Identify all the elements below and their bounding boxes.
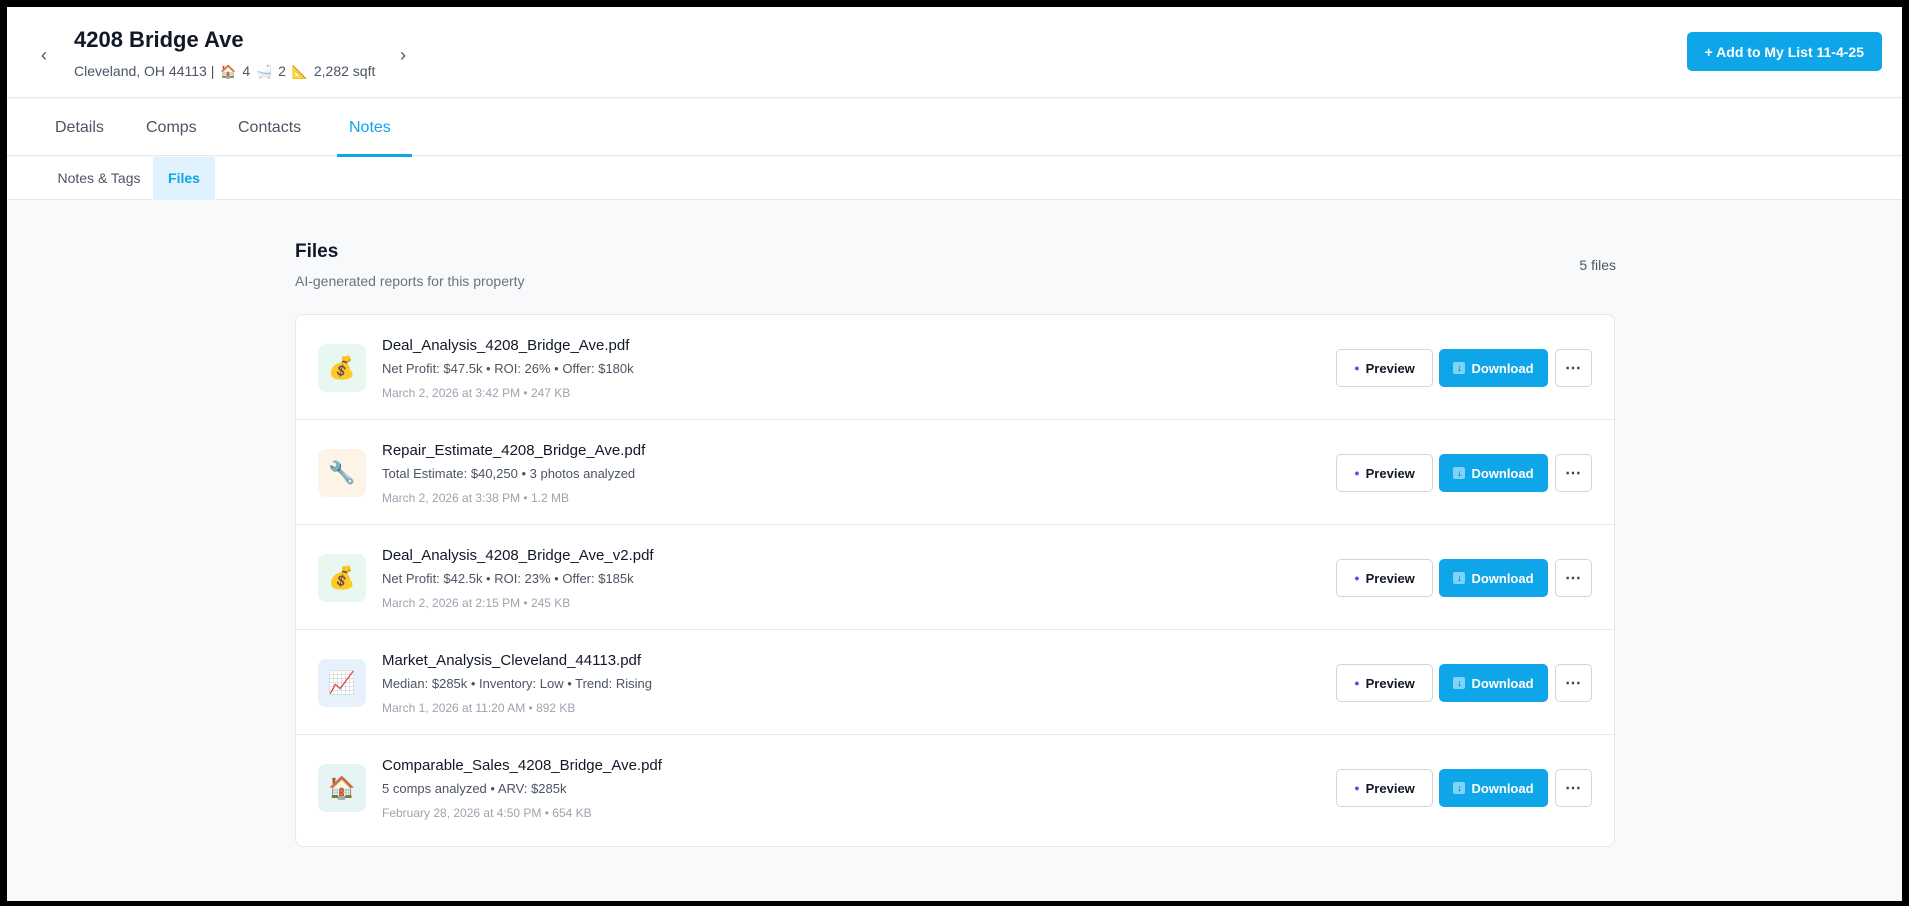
file-row: 💰 Deal_Analysis_4208_Bridge_Ave_v2.pdf N… [296,525,1614,630]
more-options-icon[interactable]: ⋯ [1555,454,1592,492]
download-icon: ↓ [1453,677,1466,689]
preview-label: Preview [1365,780,1415,796]
preview-button[interactable]: ● Preview [1336,664,1433,702]
download-label: Download [1471,360,1534,376]
preview-button[interactable]: ● Preview [1336,349,1433,387]
files-subtitle: AI-generated reports for this property [295,273,525,289]
file-name: Market_Analysis_Cleveland_44113.pdf [382,652,642,669]
eye-icon: ● [1354,573,1360,583]
property-meta: Cleveland, OH 44113 | 🏠 4 🛁 2 📐 2,282 sq… [74,63,375,80]
file-row: 💰 Deal_Analysis_4208_Bridge_Ave.pdf Net … [296,315,1614,420]
file-summary: 5 comps analyzed • ARV: $285k [382,781,567,796]
download-button[interactable]: ↓ Download [1439,664,1548,702]
download-icon: ↓ [1453,572,1466,584]
next-property-icon[interactable]: › [395,45,411,65]
eye-icon: ● [1354,468,1360,478]
tab-contacts[interactable]: Contacts [238,99,301,156]
add-to-list-button[interactable]: + Add to My List 11-4-25 [1686,32,1882,71]
download-icon: ↓ [1453,782,1466,794]
file-summary: Total Estimate: $40,250 • 3 photos analy… [382,466,636,481]
download-button[interactable]: ↓ Download [1439,769,1548,807]
file-summary: Net Profit: $47.5k • ROI: 26% • Offer: $… [382,361,634,376]
files-title: Files [295,241,339,262]
chart-up-icon: 📈 [318,659,366,707]
file-summary: Net Profit: $42.5k • ROI: 23% • Offer: $… [382,571,634,586]
eye-icon: ● [1354,783,1360,793]
file-row: 📈 Market_Analysis_Cleveland_44113.pdf Me… [296,630,1614,735]
download-icon: ↓ [1453,362,1466,374]
download-label: Download [1471,570,1534,586]
preview-label: Preview [1365,675,1415,691]
property-title: 4208 Bridge Ave [74,27,244,52]
money-bag-icon: 💰 [318,554,366,602]
ruler-icon: 📐 [291,64,308,79]
file-name: Deal_Analysis_4208_Bridge_Ave.pdf [382,337,630,354]
house-icon: 🏠 [318,764,366,812]
app-window: ‹ 4208 Bridge Ave Cleveland, OH 44113 | … [7,7,1902,901]
download-button[interactable]: ↓ Download [1439,559,1548,597]
file-row: 🏠 Comparable_Sales_4208_Bridge_Ave.pdf 5… [296,735,1614,840]
file-date: February 28, 2026 at 4:50 PM • 654 KB [382,806,592,820]
file-date: March 2, 2026 at 2:15 PM • 245 KB [382,596,571,610]
property-beds: 4 [242,63,251,79]
file-date: March 1, 2026 at 11:20 AM • 892 KB [382,701,576,715]
file-name: Deal_Analysis_4208_Bridge_Ave_v2.pdf [382,547,654,564]
file-list: 💰 Deal_Analysis_4208_Bridge_Ave.pdf Net … [295,314,1615,847]
subtab-notes-tags[interactable]: Notes & Tags [37,157,161,200]
file-name: Repair_Estimate_4208_Bridge_Ave.pdf [382,442,646,459]
eye-icon: ● [1354,678,1360,688]
property-baths: 2 [278,63,286,79]
download-label: Download [1471,780,1534,796]
more-options-icon[interactable]: ⋯ [1555,769,1592,807]
property-sqft: 2,282 sqft [313,63,376,79]
previous-property-icon[interactable]: ‹ [36,45,52,65]
preview-label: Preview [1365,360,1415,376]
tab-details[interactable]: Details [55,99,104,156]
download-label: Download [1471,465,1534,481]
bed-icon: 🏠 [220,64,237,79]
wrench-icon: 🔧 [318,449,366,497]
file-date: March 2, 2026 at 3:38 PM • 1.2 MB [382,491,569,505]
main-tabs: Details Comps Contacts Notes [7,99,1902,157]
more-options-icon[interactable]: ⋯ [1555,559,1592,597]
tab-notes[interactable]: Notes [337,99,412,157]
file-row: 🔧 Repair_Estimate_4208_Bridge_Ave.pdf To… [296,420,1614,525]
property-header: ‹ 4208 Bridge Ave Cleveland, OH 44113 | … [7,7,1902,98]
preview-button[interactable]: ● Preview [1336,769,1433,807]
download-icon: ↓ [1453,467,1466,479]
more-options-icon[interactable]: ⋯ [1555,349,1592,387]
money-bag-icon: 💰 [318,344,366,392]
preview-button[interactable]: ● Preview [1336,454,1433,492]
files-count: 5 files [1579,257,1616,273]
download-button[interactable]: ↓ Download [1439,454,1548,492]
tab-comps[interactable]: Comps [146,99,197,156]
file-summary: Median: $285k • Inventory: Low • Trend: … [382,676,652,691]
preview-label: Preview [1365,465,1415,481]
property-location: Cleveland, OH 44113 | [74,63,215,79]
file-name: Comparable_Sales_4208_Bridge_Ave.pdf [382,757,662,774]
eye-icon: ● [1354,363,1360,373]
bath-icon: 🛁 [256,64,273,79]
subtab-files[interactable]: Files [153,157,215,200]
preview-button[interactable]: ● Preview [1336,559,1433,597]
sub-tabs: Notes & Tags Files [7,157,1902,200]
file-date: March 2, 2026 at 3:42 PM • 247 KB [382,386,571,400]
download-label: Download [1471,675,1534,691]
download-button[interactable]: ↓ Download [1439,349,1548,387]
preview-label: Preview [1365,570,1415,586]
more-options-icon[interactable]: ⋯ [1555,664,1592,702]
